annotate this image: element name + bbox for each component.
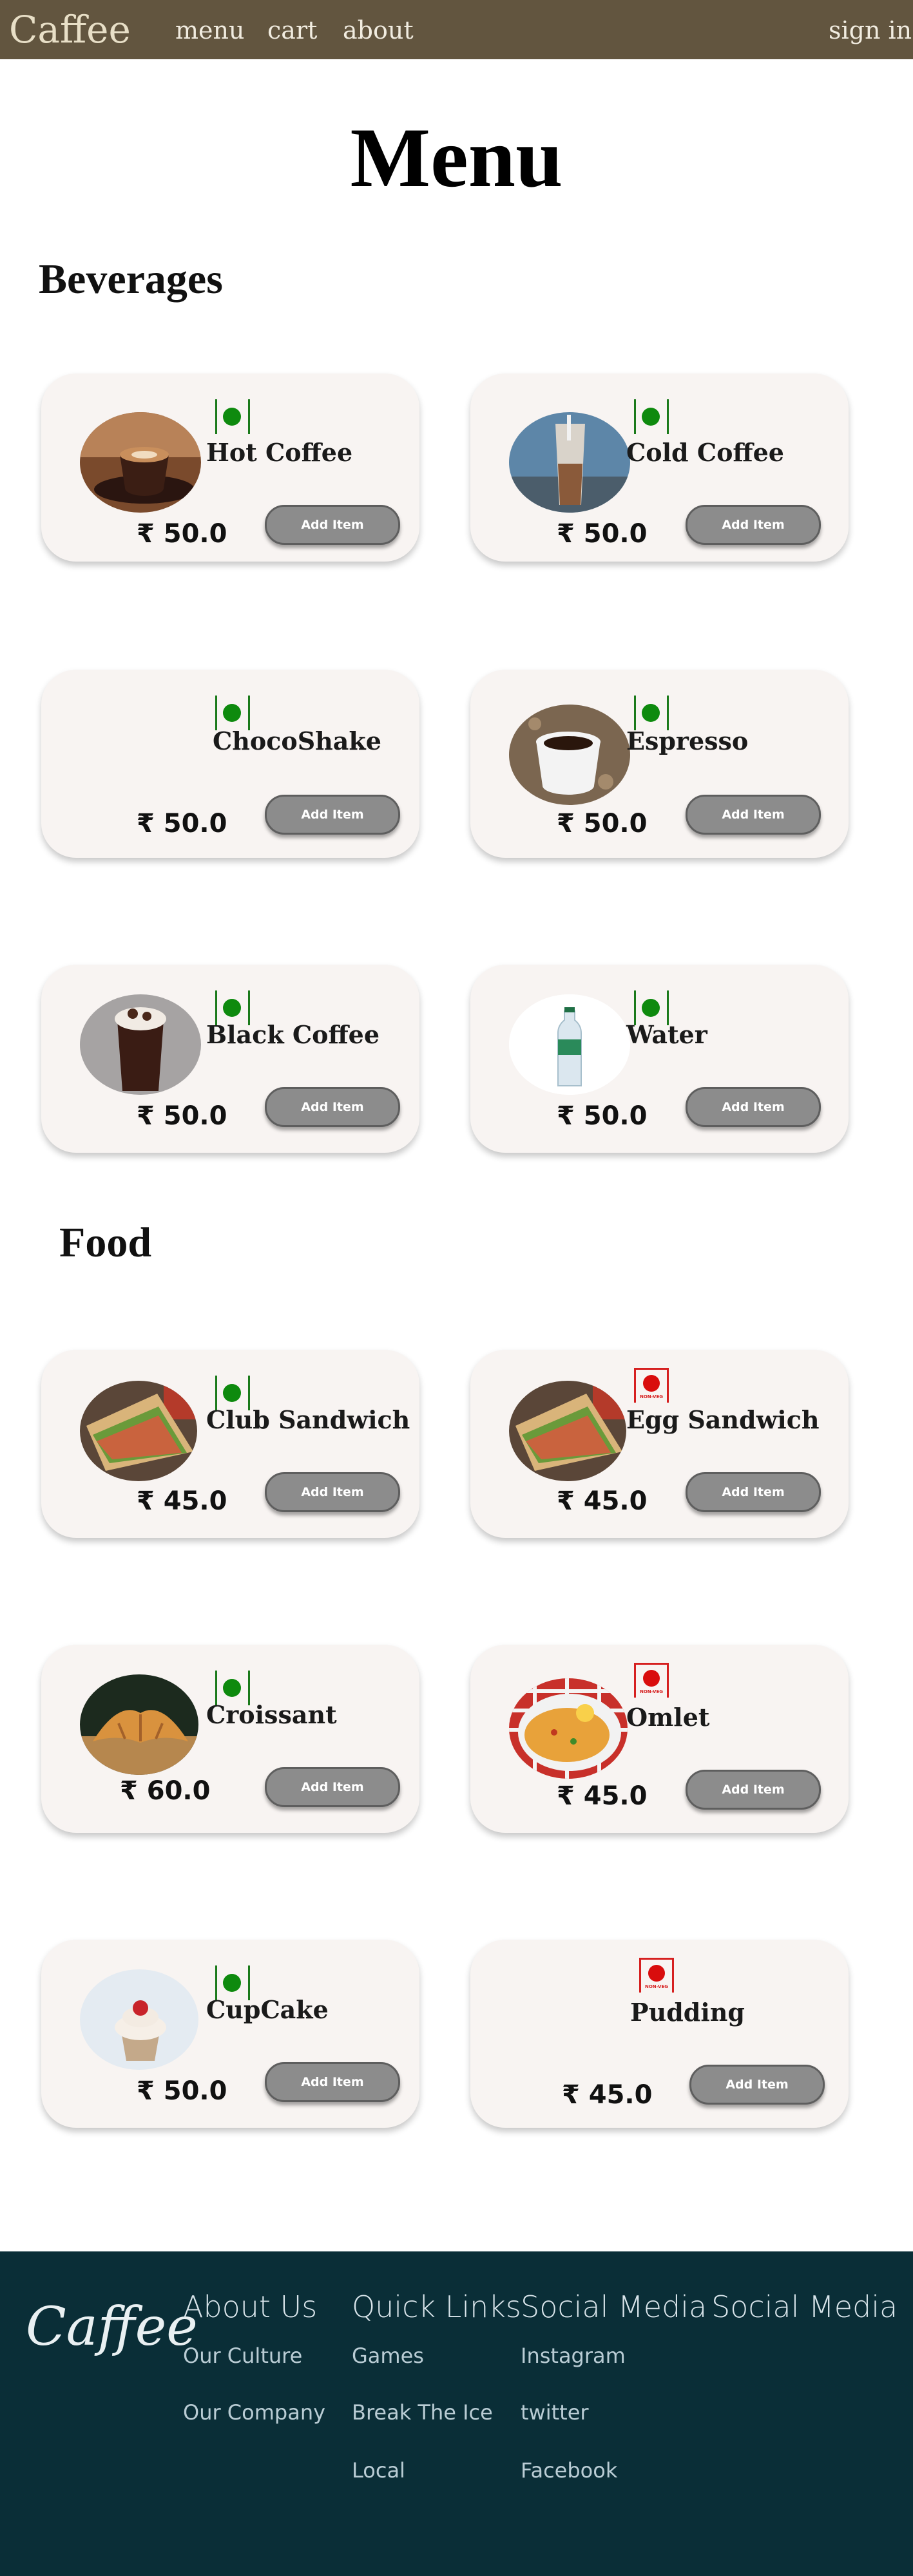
footer-link-instagram[interactable]: Instagram [521,2343,626,2369]
item-price: ₹ 50.0 [137,809,227,838]
footer: Caffee About Us Our Culture Our Company … [0,2251,913,2576]
menu-card: ChocoShake ₹ 50.0 Add Item [41,670,419,858]
page-title: Menu [350,110,563,205]
item-price: ₹ 50.0 [557,1101,648,1131]
item-name: Black Coffee [206,1020,380,1049]
menu-card: CupCake ₹ 50.0 Add Item [41,1940,419,2128]
veg-icon [215,696,250,730]
item-name: Omlet [626,1703,710,1732]
veg-icon [634,399,669,434]
item-name: CupCake [206,1995,329,2024]
item-price: ₹ 50.0 [137,2076,227,2106]
add-item-button[interactable]: Add Item [265,505,400,545]
item-name: Water [626,1020,707,1049]
cupcake-image [80,1969,198,2070]
footer-heading-about-us: About Us [183,2289,318,2324]
item-name: Club Sandwich [206,1405,410,1434]
item-name: Egg Sandwich [626,1405,820,1434]
non-veg-label: NON-VEG [639,1689,663,1694]
add-item-button[interactable]: Add Item [265,1472,400,1512]
add-item-button[interactable]: Add Item [686,795,821,835]
menu-card: Croissant ₹ 60.0 Add Item [41,1645,419,1833]
omlet-image [509,1678,628,1779]
add-item-button[interactable]: Add Item [686,1472,821,1512]
navbar: Caffee menu cart about sign in [0,0,913,59]
hot-coffee-image [80,412,201,513]
item-price: ₹ 50.0 [137,1101,227,1131]
item-price: ₹ 60.0 [120,1776,211,1806]
espresso-image [509,705,630,805]
non-veg-icon: NON-VEG [639,1958,674,1993]
menu-card: Cold Coffee ₹ 50.0 Add Item [470,374,849,562]
footer-link-break-the-ice[interactable]: Break The Ice [352,2400,493,2425]
item-price: ₹ 50.0 [557,809,648,838]
non-veg-icon: NON-VEG [634,1663,669,1698]
add-item-button[interactable]: Add Item [265,1767,400,1807]
nav-link-menu[interactable]: menu [175,15,244,45]
footer-heading-social-media: Social Media [521,2289,707,2324]
menu-card: NON-VEG Egg Sandwich ₹ 45.0 Add Item [470,1350,849,1538]
add-item-button[interactable]: Add Item [689,2065,825,2105]
footer-logo[interactable]: Caffee [26,2297,198,2358]
footer-link-facebook[interactable]: Facebook [521,2458,617,2483]
footer-heading-social-media-2: Social Media [711,2289,898,2324]
item-price: ₹ 45.0 [557,1781,648,1811]
item-price: ₹ 50.0 [137,519,227,549]
cold-coffee-image [509,412,630,513]
footer-link-games[interactable]: Games [352,2343,424,2369]
footer-heading-quick-links: Quick Links [352,2289,521,2324]
add-item-button[interactable]: Add Item [265,1087,400,1127]
menu-card: NON-VEG Omlet ₹ 45.0 Add Item [470,1645,849,1833]
item-price: ₹ 50.0 [557,519,648,549]
add-item-button[interactable]: Add Item [686,1770,821,1810]
nav-link-cart[interactable]: cart [267,15,317,45]
croissant-image [80,1674,198,1775]
non-veg-label: NON-VEG [639,1394,663,1399]
item-price: ₹ 45.0 [562,2080,653,2110]
non-veg-icon: NON-VEG [634,1368,669,1403]
egg-sandwich-image [509,1381,626,1481]
non-veg-label: NON-VEG [644,1984,668,1989]
footer-link-our-culture[interactable]: Our Culture [183,2343,302,2369]
veg-icon [215,399,250,434]
item-name: Cold Coffee [626,438,784,467]
menu-card: NON-VEG Pudding ₹ 45.0 Add Item [470,1940,849,2128]
footer-link-local[interactable]: Local [352,2458,405,2483]
item-name: Croissant [206,1700,337,1729]
menu-card: Hot Coffee ₹ 50.0 Add Item [41,374,419,562]
veg-icon [634,696,669,730]
section-title-food: Food [59,1219,152,1266]
add-item-button[interactable]: Add Item [686,1087,821,1127]
add-item-button[interactable]: Add Item [265,795,400,835]
item-name: Pudding [630,1998,745,2027]
menu-card: Espresso ₹ 50.0 Add Item [470,670,849,858]
footer-link-our-company[interactable]: Our Company [183,2400,325,2425]
add-item-button[interactable]: Add Item [686,505,821,545]
nav-link-about[interactable]: about [343,15,414,45]
item-price: ₹ 45.0 [137,1486,227,1516]
item-price: ₹ 45.0 [557,1486,648,1516]
menu-card: Club Sandwich ₹ 45.0 Add Item [41,1350,419,1538]
sign-in-link[interactable]: sign in [829,15,912,45]
water-bottle-image [509,994,630,1095]
menu-card: Water ₹ 50.0 Add Item [470,965,849,1153]
item-name: ChocoShake [213,726,381,755]
menu-card: Black Coffee ₹ 50.0 Add Item [41,965,419,1153]
item-name: Hot Coffee [206,438,353,467]
footer-link-twitter[interactable]: twitter [521,2400,589,2425]
brand-logo[interactable]: Caffee [9,6,131,53]
club-sandwich-image [80,1381,197,1481]
add-item-button[interactable]: Add Item [265,2062,400,2102]
section-title-beverages: Beverages [39,256,223,303]
black-coffee-image [80,994,201,1095]
item-name: Espresso [626,726,749,755]
